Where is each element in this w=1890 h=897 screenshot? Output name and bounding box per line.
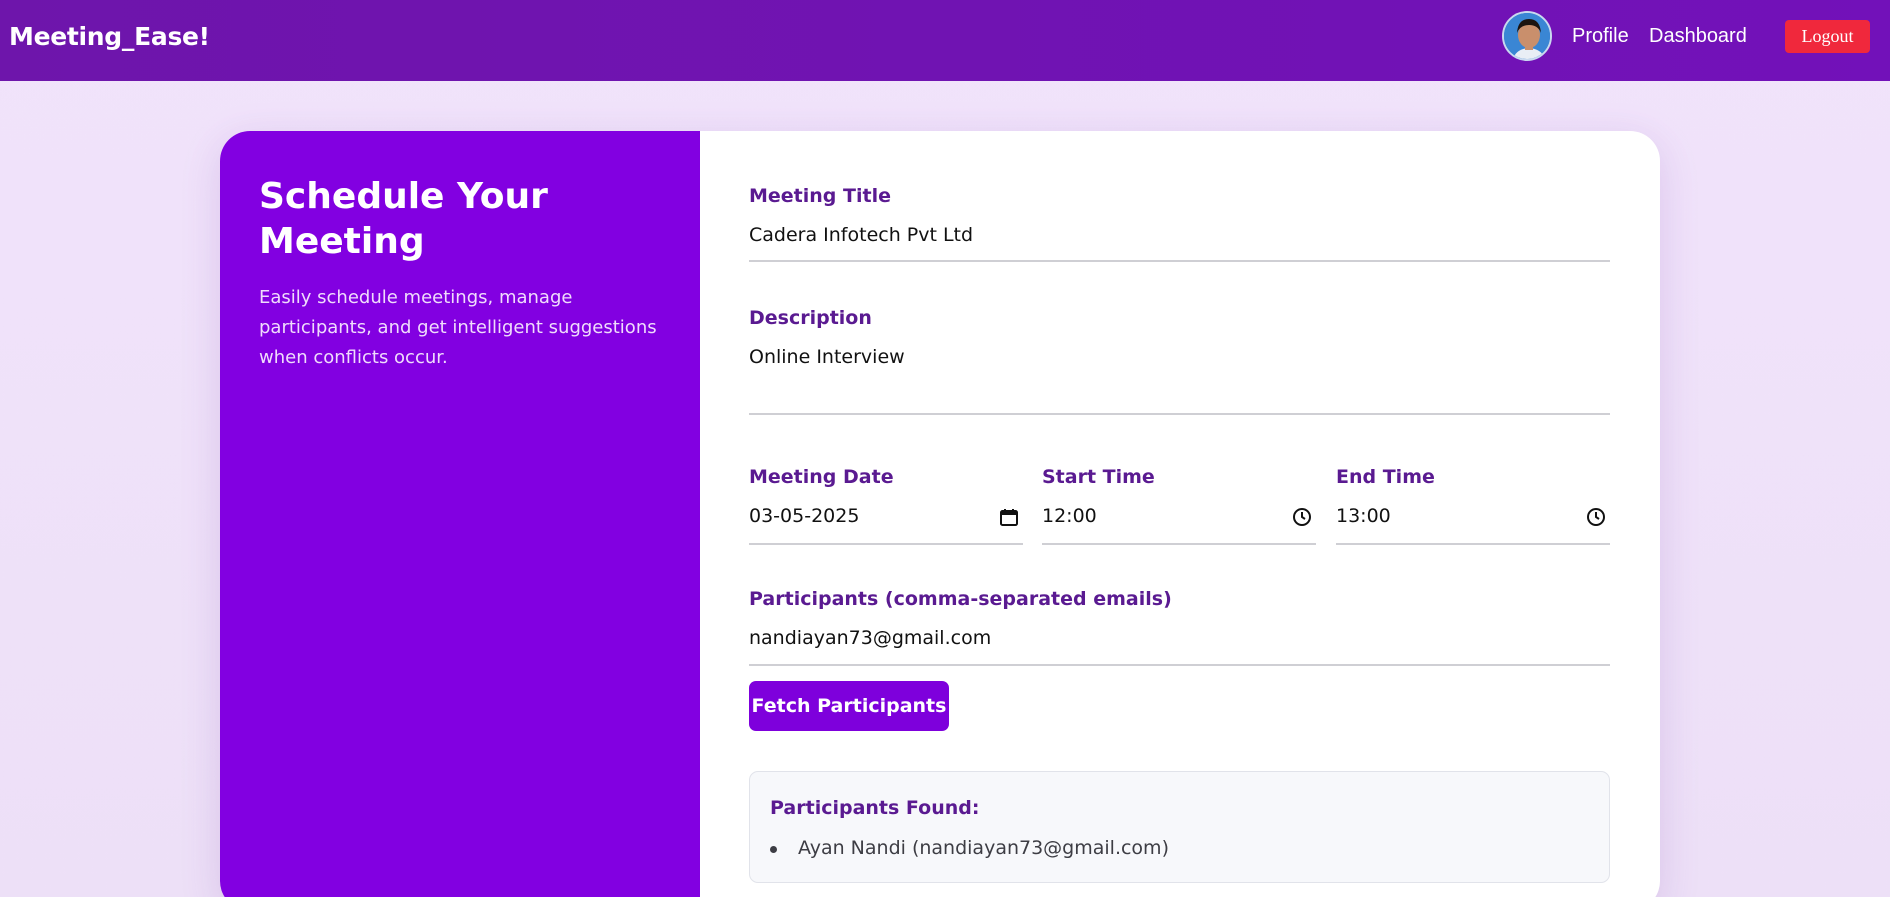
intro-panel: Schedule Your Meeting Easily schedule me… <box>220 131 700 897</box>
user-avatar[interactable] <box>1502 11 1552 61</box>
calendar-icon[interactable] <box>999 507 1019 527</box>
meeting-form: Meeting Title Cadera Infotech Pvt Ltd De… <box>749 131 1610 897</box>
intro-description: Easily schedule meetings, manage partici… <box>259 287 657 368</box>
meeting-date-input[interactable]: 03-05-2025 <box>749 501 1023 545</box>
participants-found-title: Participants Found: <box>770 797 980 819</box>
end-time-value: 13:00 <box>1336 505 1391 527</box>
participants-label: Participants (comma-separated emails) <box>749 588 1172 610</box>
schedule-meeting-card: Schedule Your Meeting Easily schedule me… <box>220 131 1660 897</box>
page-title: Schedule Your Meeting <box>259 176 548 262</box>
logout-button[interactable]: Logout <box>1785 20 1870 53</box>
start-time-label: Start Time <box>1042 466 1155 488</box>
participants-value: nandiayan73@gmail.com <box>749 627 992 649</box>
participant-list-item: Ayan Nandi (nandiayan73@gmail.com) <box>798 837 1169 859</box>
start-time-input[interactable]: 12:00 <box>1042 501 1316 545</box>
start-time-value: 12:00 <box>1042 505 1097 527</box>
participants-input[interactable]: nandiayan73@gmail.com <box>749 623 1610 666</box>
fetch-participants-button[interactable]: Fetch Participants <box>749 681 949 731</box>
nav-dashboard-link[interactable]: Dashboard <box>1649 25 1747 48</box>
end-time-input[interactable]: 13:00 <box>1336 501 1610 545</box>
clock-icon[interactable] <box>1586 507 1606 527</box>
description-textarea[interactable]: Online Interview <box>749 342 1610 415</box>
meeting-title-value: Cadera Infotech Pvt Ltd <box>749 224 974 246</box>
description-value: Online Interview <box>749 346 905 368</box>
meeting-title-input[interactable]: Cadera Infotech Pvt Ltd <box>749 220 1610 262</box>
participants-found-panel: Participants Found: Ayan Nandi (nandiaya… <box>749 771 1610 883</box>
end-time-label: End Time <box>1336 466 1435 488</box>
avatar-image <box>1504 13 1550 59</box>
clock-icon[interactable] <box>1292 507 1312 527</box>
list-bullet <box>770 846 777 853</box>
description-label: Description <box>749 307 872 329</box>
meeting-date-label: Meeting Date <box>749 466 894 488</box>
nav-profile-link[interactable]: Profile <box>1572 25 1629 48</box>
top-navbar: Meeting_Ease! Profile Dashboard Logout <box>0 0 1890 81</box>
brand-logo-text[interactable]: Meeting_Ease! <box>9 22 210 51</box>
meeting-title-label: Meeting Title <box>749 185 891 207</box>
meeting-date-value: 03-05-2025 <box>749 505 860 527</box>
